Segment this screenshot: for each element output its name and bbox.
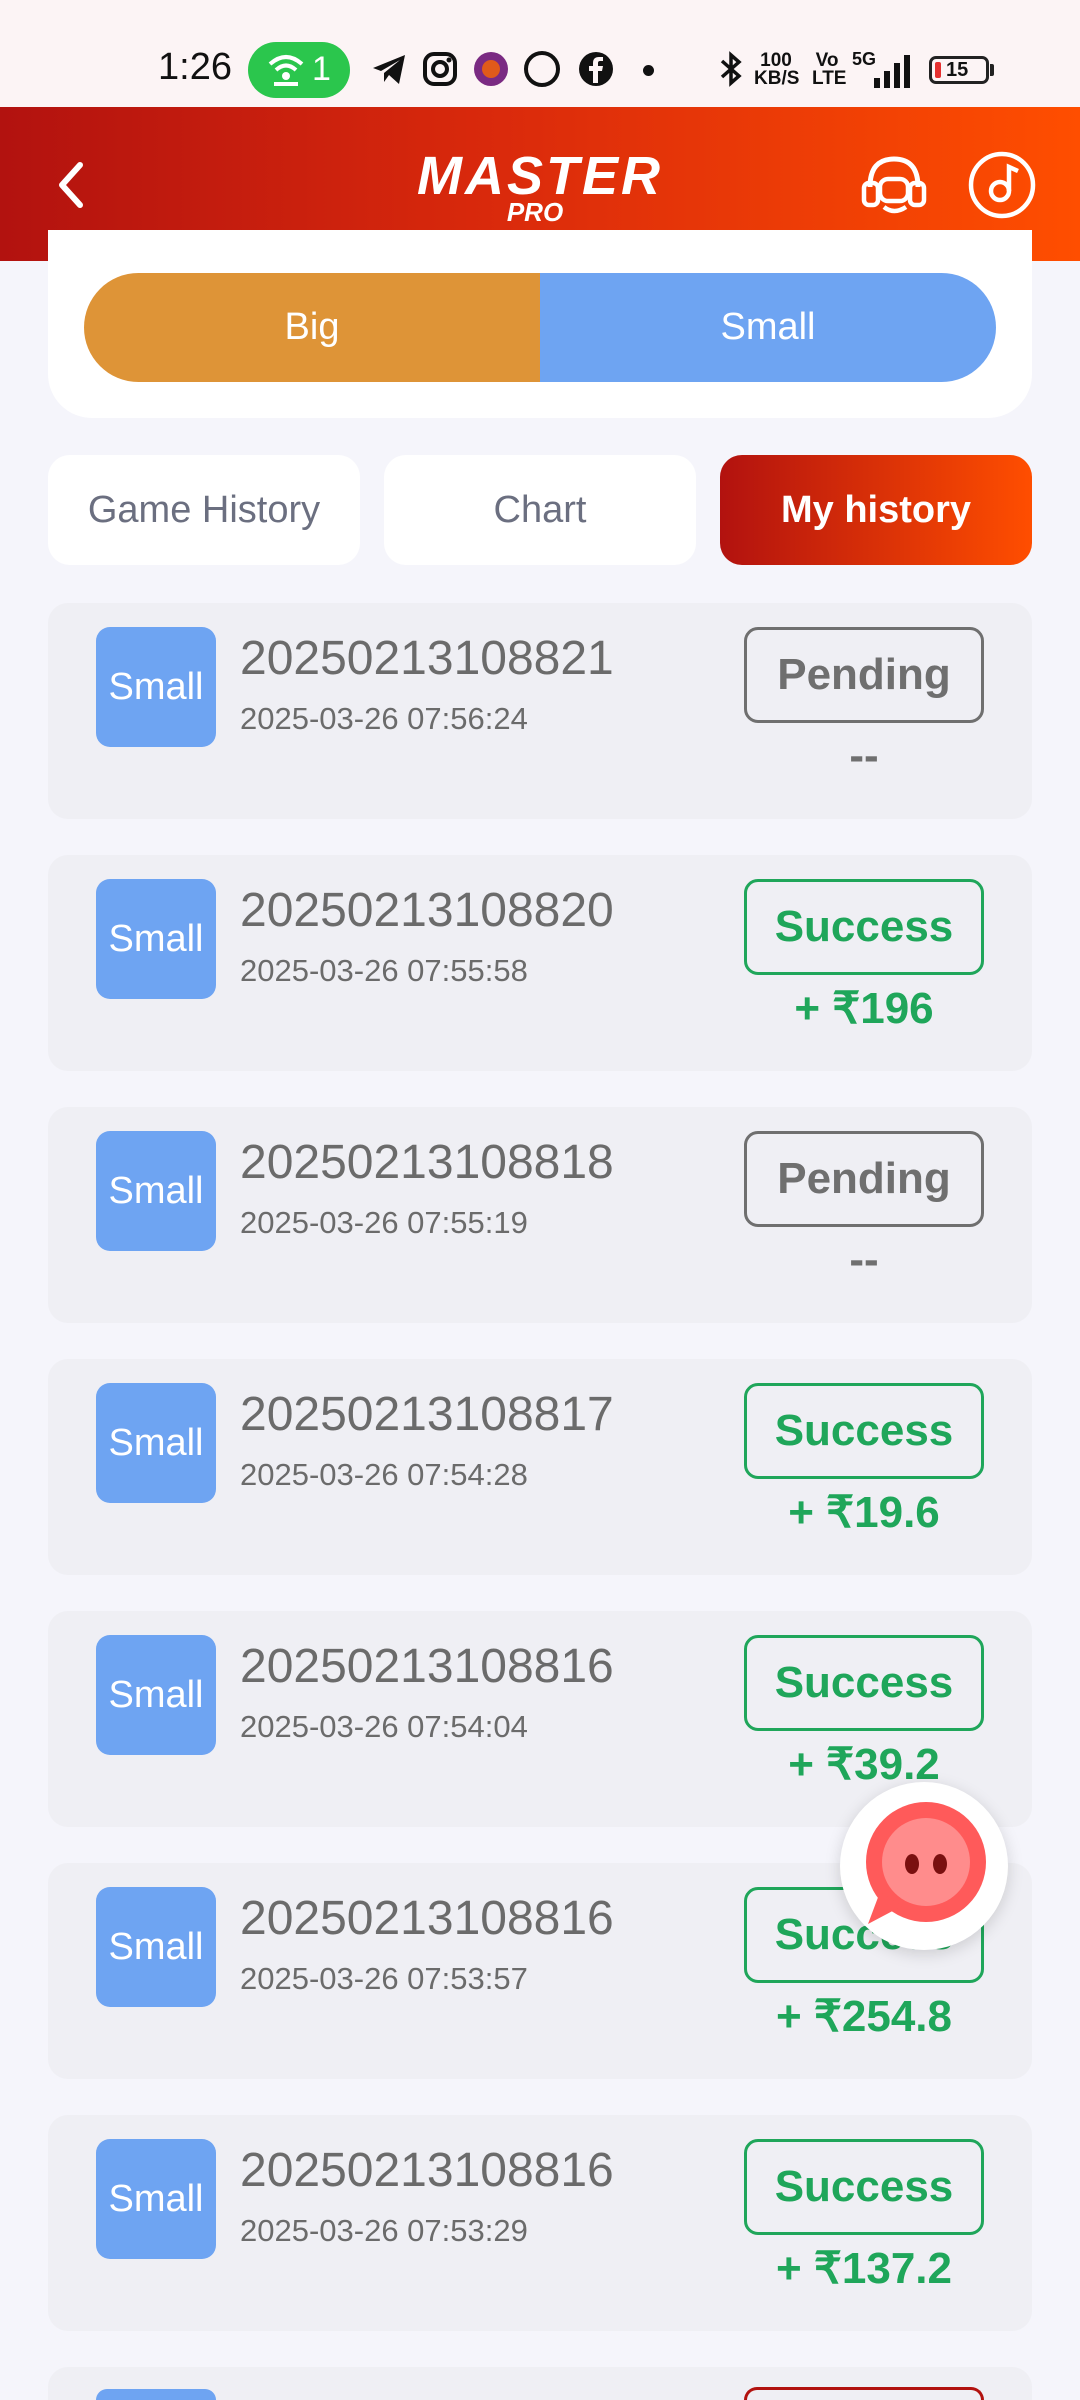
result-amount: -- xyxy=(849,1235,879,1284)
bet-type-badge: Small xyxy=(96,1131,216,1251)
status-badge: Success xyxy=(744,2139,984,2235)
issue-number: 20250213108821 xyxy=(240,632,614,685)
bluetooth-icon xyxy=(720,51,742,87)
result-amount: + ₹196 xyxy=(794,984,934,1033)
status-bar: 1:26 1 100 KB/S Vo LTE 5G 15 xyxy=(0,0,1080,107)
hotspot-icon xyxy=(268,55,304,86)
status-badge: Success xyxy=(744,879,984,975)
moon-app-icon xyxy=(524,51,560,87)
bet-time: 2025-03-26 07:54:04 xyxy=(240,1709,528,1744)
hotspot-indicator: 1 xyxy=(248,42,350,98)
bet-type-badge: Small xyxy=(96,1887,216,2007)
history-row[interactable]: Small 20250213108820 2025-03-26 07:55:58… xyxy=(48,855,1032,1071)
bet-time: 2025-03-26 07:53:29 xyxy=(240,2213,528,2248)
history-row[interactable]: Small 20250213108817 2025-03-26 07:54:28… xyxy=(48,1359,1032,1575)
bet-type-badge xyxy=(96,2389,216,2400)
issue-number: 20250213108816 xyxy=(240,2144,614,2197)
result-amount: + ₹254.8 xyxy=(775,1992,953,2041)
bet-time: 2025-03-26 07:56:24 xyxy=(240,701,528,736)
status-badge xyxy=(744,2387,984,2400)
tab-game-history[interactable]: Game History xyxy=(48,455,360,565)
result-amount: + ₹19.6 xyxy=(788,1488,940,1537)
signal-icon xyxy=(874,55,910,88)
customer-support-icon[interactable] xyxy=(858,149,930,221)
bet-type-badge: Small xyxy=(96,879,216,999)
status-badge: Success xyxy=(744,1383,984,1479)
bet-time: 2025-03-26 07:55:19 xyxy=(240,1205,528,1240)
issue-number: 20250213108816 xyxy=(240,1640,614,1693)
volte-bottom: LTE xyxy=(812,68,847,89)
chat-bubble-icon xyxy=(866,1802,986,1924)
history-row[interactable]: Small 20250213108818 2025-03-26 07:55:19… xyxy=(48,1107,1032,1323)
net-speed-unit: KB/S xyxy=(754,68,800,89)
big-button[interactable]: Big xyxy=(84,273,540,382)
net-speed: 100 KB/S xyxy=(754,51,800,89)
music-toggle-icon[interactable] xyxy=(966,149,1038,221)
telegram-icon xyxy=(373,55,405,84)
tab-my-history[interactable]: My history xyxy=(720,455,1032,565)
status-badge: Success xyxy=(744,1635,984,1731)
history-row[interactable]: Small 20250213108816 2025-03-26 07:53:29… xyxy=(48,2115,1032,2331)
facebook-icon xyxy=(579,52,613,86)
battery-level: 15 xyxy=(946,59,969,81)
big-small-toggle: Big Small xyxy=(84,273,996,382)
history-row[interactable]: Small 20250213108821 2025-03-26 07:56:24… xyxy=(48,603,1032,819)
issue-number: 20250213108817 xyxy=(240,1388,614,1441)
bet-type-badge: Small xyxy=(96,627,216,747)
bet-time: 2025-03-26 07:55:58 xyxy=(240,953,528,988)
more-notifications-dot xyxy=(643,65,654,76)
bet-type-badge: Small xyxy=(96,1635,216,1755)
hotspot-count: 1 xyxy=(312,50,331,88)
bet-type-badge: Small xyxy=(96,2139,216,2259)
instagram-icon xyxy=(423,52,457,86)
app-notification-icon xyxy=(474,52,508,86)
chat-assistant-button[interactable] xyxy=(840,1782,1008,1950)
battery-icon: 15 xyxy=(929,56,989,84)
bet-time: 2025-03-26 07:53:57 xyxy=(240,1961,528,1996)
status-badge: Pending xyxy=(744,1131,984,1227)
bet-type-badge: Small xyxy=(96,1383,216,1503)
issue-number: 20250213108816 xyxy=(240,1892,614,1945)
bet-time: 2025-03-26 07:54:28 xyxy=(240,1457,528,1492)
status-badge: Pending xyxy=(744,627,984,723)
volte-indicator: Vo LTE xyxy=(812,51,847,89)
result-amount: + ₹137.2 xyxy=(775,2244,953,2293)
issue-number: 20250213108818 xyxy=(240,1136,614,1189)
tab-chart[interactable]: Chart xyxy=(384,455,696,565)
result-amount: -- xyxy=(849,731,879,780)
history-row-partial[interactable] xyxy=(48,2367,1032,2400)
status-time: 1:26 xyxy=(158,46,232,88)
issue-number: 20250213108820 xyxy=(240,884,614,937)
small-button[interactable]: Small xyxy=(540,273,996,382)
